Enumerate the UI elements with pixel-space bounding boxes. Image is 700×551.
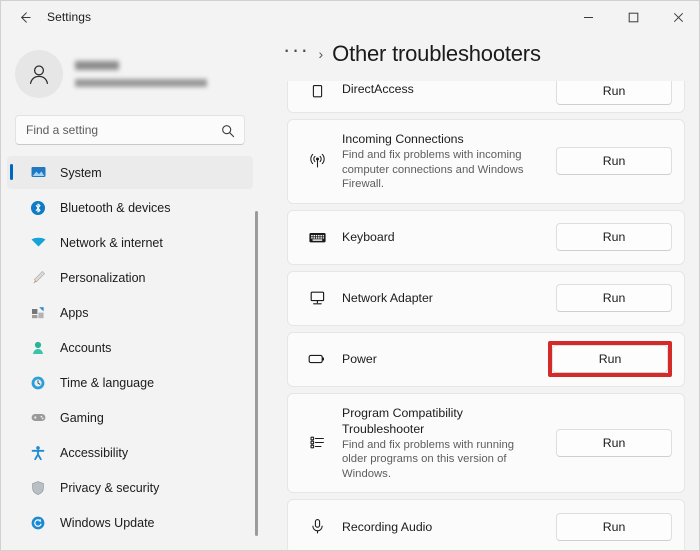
run-button[interactable]: Run bbox=[556, 284, 672, 312]
title-bar: Settings bbox=[1, 1, 699, 33]
sidebar-item-label: System bbox=[60, 165, 102, 180]
run-button[interactable]: Run bbox=[556, 147, 672, 176]
card-title: Network Adapter bbox=[342, 291, 433, 305]
accessibility-icon bbox=[29, 444, 47, 462]
run-button[interactable]: Run bbox=[556, 223, 672, 251]
card-text: Power bbox=[328, 340, 548, 378]
gamepad-icon bbox=[29, 409, 47, 427]
shield-icon bbox=[29, 479, 47, 497]
run-button[interactable]: Run bbox=[556, 77, 672, 105]
account-name-redacted bbox=[75, 61, 119, 70]
list-icon bbox=[306, 433, 328, 452]
card-title: Incoming Connections bbox=[342, 132, 464, 146]
bluetooth-icon bbox=[29, 199, 47, 217]
account-icon bbox=[29, 339, 47, 357]
page-title: Other troubleshooters bbox=[332, 41, 541, 66]
sidebar-item-accessibility[interactable]: Accessibility bbox=[7, 436, 253, 469]
app-title: Settings bbox=[47, 10, 92, 24]
troubleshooters-list: DirectAccess Run Incoming Connections Fi… bbox=[259, 43, 699, 550]
card-text: Recording Audio bbox=[328, 508, 556, 546]
network-icon bbox=[29, 234, 47, 252]
card-description: Find and fix problems with running older… bbox=[342, 438, 515, 480]
table-row[interactable]: Power Run bbox=[287, 331, 685, 387]
sidebar-item-label: Windows Update bbox=[60, 515, 155, 530]
card-text: Keyboard bbox=[328, 218, 556, 256]
avatar bbox=[15, 50, 63, 98]
sidebar-item-personalization[interactable]: Personalization bbox=[7, 261, 253, 294]
sidebar-item-label: Time & language bbox=[60, 375, 155, 390]
account-email-redacted bbox=[75, 79, 207, 87]
card-title: Keyboard bbox=[342, 230, 395, 244]
brush-icon bbox=[29, 269, 47, 287]
clock-icon bbox=[29, 374, 47, 392]
card-text: Program Compatibility Troubleshooter Fin… bbox=[328, 394, 556, 493]
minimize-button[interactable] bbox=[566, 1, 611, 33]
sidebar-item-privacy-security[interactable]: Privacy & security bbox=[7, 471, 253, 504]
table-row[interactable]: Network Adapter Run bbox=[287, 270, 685, 326]
sidebar-item-gaming[interactable]: Gaming bbox=[7, 401, 253, 434]
table-row[interactable]: Recording Audio Run bbox=[287, 499, 685, 550]
sidebar-item-label: Privacy & security bbox=[60, 480, 160, 495]
battery-icon bbox=[306, 349, 328, 369]
search-box[interactable] bbox=[15, 115, 245, 145]
main-content: DirectAccess Run Incoming Connections Fi… bbox=[259, 33, 699, 550]
sidebar-item-time-language[interactable]: Time & language bbox=[7, 366, 253, 399]
sidebar-item-apps[interactable]: Apps bbox=[7, 296, 253, 329]
sidebar-scrollbar[interactable] bbox=[255, 211, 258, 536]
sidebar-item-label: Bluetooth & devices bbox=[60, 200, 171, 215]
monitor-icon bbox=[306, 289, 328, 308]
keyboard-icon bbox=[306, 228, 328, 247]
directaccess-icon bbox=[306, 83, 328, 100]
sidebar-item-label: Personalization bbox=[60, 270, 146, 285]
table-row[interactable]: Program Compatibility Troubleshooter Fin… bbox=[287, 392, 685, 493]
sidebar-item-accounts[interactable]: Accounts bbox=[7, 331, 253, 364]
update-icon bbox=[29, 514, 47, 532]
back-button[interactable] bbox=[7, 2, 41, 32]
sidebar-item-windows-update[interactable]: Windows Update bbox=[7, 506, 253, 539]
card-text: Incoming Connections Find and fix proble… bbox=[328, 120, 556, 203]
broadcast-icon bbox=[306, 152, 328, 171]
sidebar-item-label: Accounts bbox=[60, 340, 112, 355]
sidebar-item-network-internet[interactable]: Network & internet bbox=[7, 226, 253, 259]
run-button[interactable]: Run bbox=[556, 428, 672, 457]
maximize-button[interactable] bbox=[611, 1, 656, 33]
chevron-right-icon: › bbox=[318, 46, 324, 62]
sidebar-item-label: Gaming bbox=[60, 410, 104, 425]
window-controls bbox=[566, 1, 699, 33]
card-text: Network Adapter bbox=[328, 279, 556, 317]
account-identity bbox=[75, 61, 207, 87]
apps-icon bbox=[29, 304, 47, 322]
close-button[interactable] bbox=[656, 1, 699, 33]
selection-indicator bbox=[10, 164, 13, 180]
card-title: Program Compatibility Troubleshooter bbox=[342, 405, 463, 436]
search-icon bbox=[221, 124, 235, 143]
card-title: Power bbox=[342, 352, 377, 366]
breadcrumb: ··· › Other troubleshooters bbox=[283, 39, 541, 67]
breadcrumb-overflow-button[interactable]: ··· bbox=[283, 39, 309, 61]
sidebar-item-label: Accessibility bbox=[60, 445, 129, 460]
sidebar: System Bluetooth & devices Network bbox=[1, 33, 259, 550]
sidebar-item-label: Network & internet bbox=[60, 235, 163, 250]
run-button[interactable]: Run bbox=[556, 512, 672, 541]
card-title: DirectAccess bbox=[342, 82, 414, 96]
settings-window: Settings Find a setting System Bluetooth… bbox=[0, 0, 700, 551]
sidebar-item-system[interactable]: System bbox=[7, 156, 253, 189]
sidebar-nav: System Bluetooth & devices Network & int… bbox=[1, 156, 259, 539]
microphone-icon bbox=[306, 517, 328, 536]
account-summary[interactable] bbox=[1, 33, 259, 111]
search-input[interactable] bbox=[16, 123, 244, 137]
table-row[interactable]: Keyboard Run bbox=[287, 209, 685, 265]
run-button-power[interactable]: Run bbox=[552, 345, 668, 373]
card-title: Recording Audio bbox=[342, 519, 433, 534]
card-text: DirectAccess bbox=[328, 78, 556, 104]
sidebar-item-bluetooth-devices[interactable]: Bluetooth & devices bbox=[7, 191, 253, 224]
display-icon bbox=[29, 164, 47, 182]
card-description: Find and fix problems with incoming comp… bbox=[342, 149, 524, 190]
highlight-annotation: Run bbox=[548, 341, 672, 377]
table-row[interactable]: Incoming Connections Find and fix proble… bbox=[287, 119, 685, 204]
sidebar-item-label: Apps bbox=[60, 305, 89, 320]
